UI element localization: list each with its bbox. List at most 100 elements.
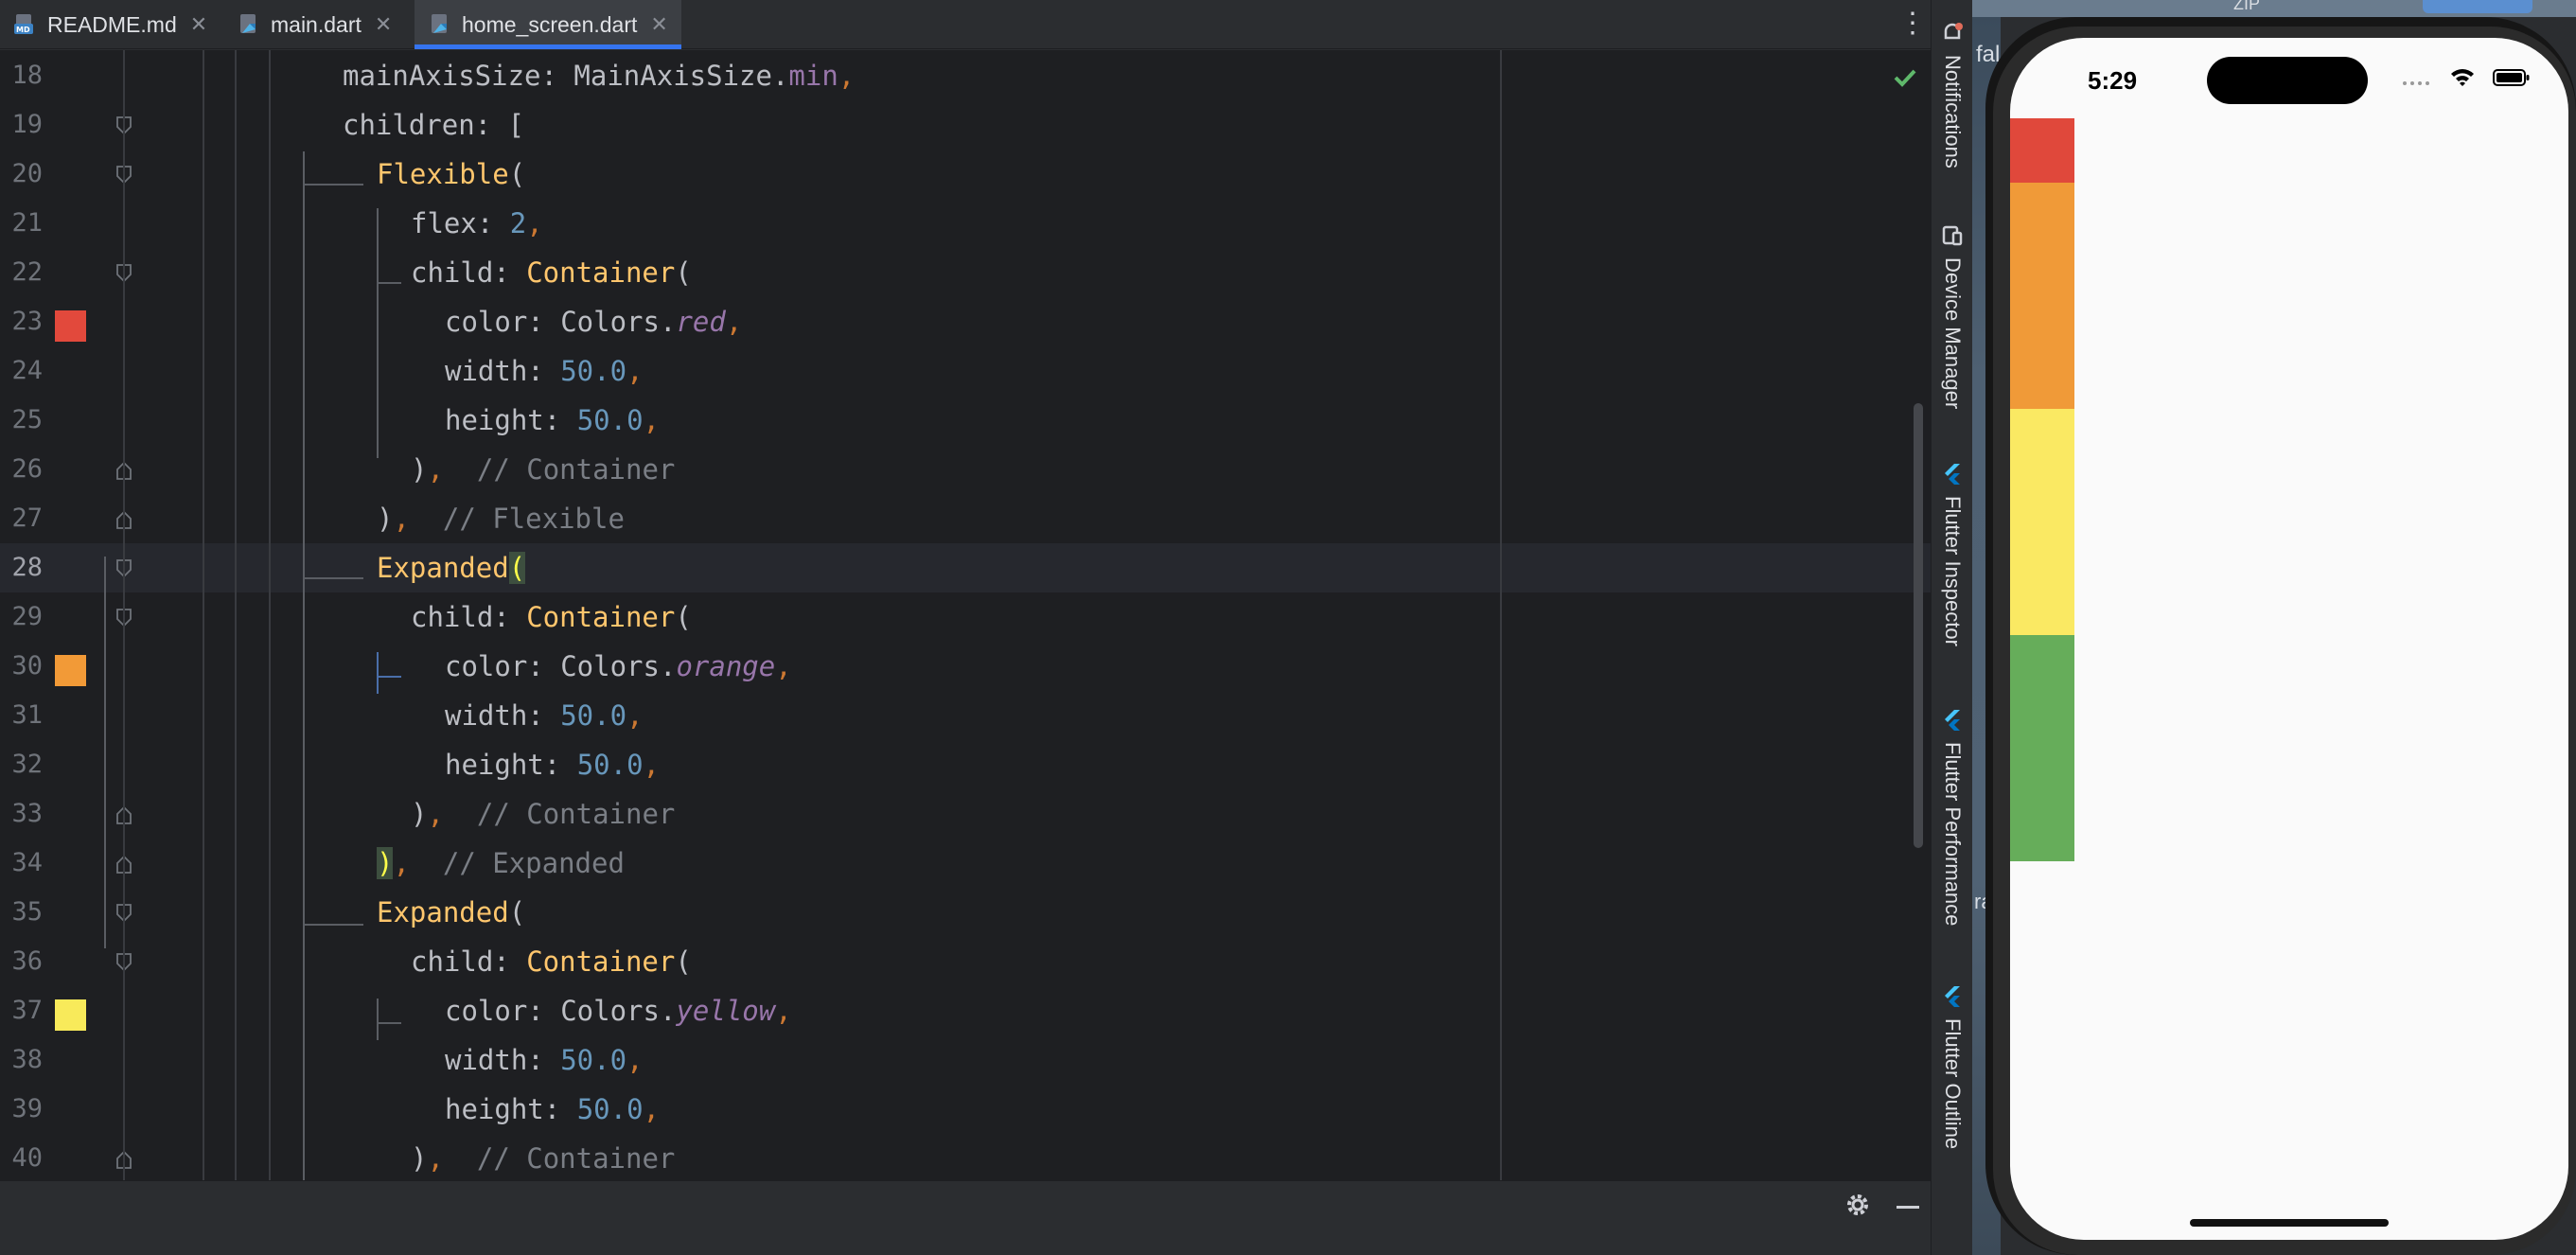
tool-flutter-inspector[interactable]: Flutter Inspector (1932, 462, 1973, 646)
gutter-guide (123, 50, 125, 1180)
code-line[interactable]: 35 Expanded( (0, 888, 1931, 937)
code-token: height: (445, 1093, 577, 1125)
code-token: Container (526, 946, 676, 978)
line-number: 18 (11, 61, 43, 90)
code-text: Expanded( (377, 543, 526, 592)
code-token: 50.0 (560, 355, 627, 387)
code-token: Expanded (377, 552, 509, 584)
colored-container (2010, 118, 2074, 184)
code-text: height: 50.0, (445, 740, 660, 789)
code-line[interactable]: 22 child: Container( (0, 248, 1931, 297)
tool-flutter-outline[interactable]: Flutter Outline (1932, 984, 1973, 1149)
code-line[interactable]: 21 flex: 2, (0, 199, 1931, 248)
code-line[interactable]: 24 width: 50.0, (0, 346, 1931, 396)
wifi-icon (2451, 69, 2474, 86)
more-options-icon[interactable]: ⋮ (1898, 9, 1927, 40)
code-token: mainAxisSize: MainAxisSize. (343, 60, 789, 92)
code-line[interactable]: 26), // Container (0, 445, 1931, 494)
code-token: height: (445, 404, 577, 436)
code-token: orange (676, 650, 776, 682)
tool-label: Flutter Performance (1941, 742, 1965, 927)
code-token: ) (411, 798, 428, 830)
battery-icon (2493, 69, 2530, 86)
color-swatch[interactable] (55, 655, 86, 686)
code-line[interactable]: 40), // Container (0, 1134, 1931, 1180)
code-text: ), // Container (411, 445, 675, 494)
tab-main-dart[interactable]: main.dart ✕ (237, 0, 392, 49)
code-token: , (643, 404, 660, 436)
code-token: 50.0 (560, 699, 627, 732)
right-tool-strip: Notifications Device Manager Flutter Ins… (1931, 0, 1972, 1255)
tool-notifications[interactable]: Notifications (1932, 21, 1973, 168)
tool-label: Flutter Inspector (1941, 496, 1965, 646)
code-line[interactable]: 31 width: 50.0, (0, 691, 1931, 740)
structure-guide (303, 577, 363, 579)
line-number: 27 (11, 504, 43, 533)
code-token: width: (445, 355, 561, 387)
tab-home-screen-dart[interactable]: home_screen.dart ✕ (415, 0, 681, 49)
code-token: red (676, 306, 726, 338)
code-token: , (643, 749, 660, 781)
structure-guide (303, 924, 363, 926)
code-text: color: Colors.red, (445, 297, 742, 346)
tool-device-manager[interactable]: Device Manager (1932, 223, 1973, 409)
structure-guide (377, 676, 401, 678)
indent-guide (203, 50, 204, 1180)
code-line[interactable]: 30 color: Colors.orange, (0, 642, 1931, 691)
line-number: 29 (11, 602, 43, 631)
code-text: ), // Container (411, 789, 675, 839)
line-number: 20 (11, 159, 43, 188)
code-line[interactable]: 27), // Flexible (0, 494, 1931, 543)
code-token: , (626, 1044, 644, 1076)
code-line[interactable]: 29 child: Container( (0, 592, 1931, 642)
code-token: Flexible (377, 158, 509, 190)
structure-guide (377, 1022, 401, 1024)
editor-tab-bar: MD README.md ✕ main.dart ✕ home_screen.d… (0, 0, 1931, 49)
code-line[interactable]: 38 width: 50.0, (0, 1035, 1931, 1085)
code-token: Expanded (377, 896, 509, 928)
code-line[interactable]: 19 children: [ (0, 100, 1931, 150)
close-icon[interactable]: ✕ (190, 12, 207, 37)
code-line[interactable]: 20 Flexible( (0, 150, 1931, 199)
code-line[interactable]: 37 color: Colors.yellow, (0, 986, 1931, 1035)
tool-label: Notifications (1941, 55, 1965, 168)
code-line[interactable]: 39 height: 50.0, (0, 1085, 1931, 1134)
code-line[interactable]: 18 mainAxisSize: MainAxisSize.min, (0, 51, 1931, 100)
code-editor[interactable]: 18 mainAxisSize: MainAxisSize.min, 19 child… (0, 50, 1931, 1180)
phone-screen[interactable]: 5:29 (2010, 38, 2568, 1240)
code-line[interactable]: 33), // Container (0, 789, 1931, 839)
code-token: , (775, 650, 792, 682)
line-number: 21 (11, 208, 43, 238)
line-number: 39 (11, 1094, 43, 1123)
gear-icon[interactable] (1844, 1191, 1872, 1219)
code-token: , (643, 1093, 660, 1125)
code-line[interactable]: 32 height: 50.0, (0, 740, 1931, 789)
code-token: min (788, 60, 838, 92)
code-token: ( (508, 158, 526, 190)
code-line[interactable]: 23 color: Colors.red, (0, 297, 1931, 346)
code-line[interactable]: 36 child: Container( (0, 937, 1931, 986)
code-token: // Container (443, 1142, 676, 1175)
close-icon[interactable]: ✕ (650, 12, 667, 37)
code-text: height: 50.0, (445, 396, 660, 445)
current-block-marker (104, 557, 106, 948)
tool-flutter-performance[interactable]: Flutter Performance (1932, 708, 1973, 926)
structure-guide (377, 999, 379, 1040)
color-swatch[interactable] (55, 310, 86, 342)
markdown-file-icon: MD (13, 12, 38, 37)
tab-label: home_screen.dart (462, 11, 638, 37)
minimize-icon[interactable] (1897, 1206, 1919, 1209)
code-text: color: Colors.yellow, (445, 986, 792, 1035)
code-token: // Flexible (409, 503, 625, 535)
code-line[interactable]: 28 Expanded( (0, 543, 1931, 592)
code-line[interactable]: 25 height: 50.0, (0, 396, 1931, 445)
code-token: 50.0 (576, 749, 644, 781)
color-swatch[interactable] (55, 999, 86, 1031)
home-indicator[interactable] (2190, 1219, 2389, 1227)
close-icon[interactable]: ✕ (375, 12, 392, 37)
code-token: , (427, 1142, 444, 1175)
code-line[interactable]: 34), // Expanded (0, 839, 1931, 888)
editor-scrollbar[interactable] (1914, 403, 1923, 848)
tab-readme[interactable]: MD README.md ✕ (13, 0, 207, 49)
desktop-button (2423, 0, 2532, 13)
